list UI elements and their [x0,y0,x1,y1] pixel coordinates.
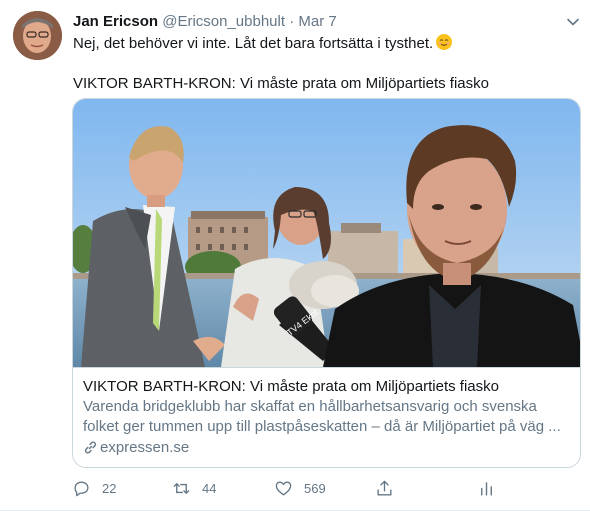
author-handle[interactable]: @Ericson_ubbhult [162,13,285,30]
card-body[interactable]: VIKTOR BARTH-KRON: Vi måste prata om Mil… [73,367,580,467]
card-description: Varenda bridgeklubb har skaffat en hållb… [83,397,572,437]
card-domain: expressen.se [83,438,572,458]
avatar[interactable] [13,11,62,60]
share-button[interactable] [375,477,405,499]
like-count: 569 [304,480,326,496]
reply-icon [74,480,89,496]
author-name[interactable]: Jan Ericson [73,13,158,30]
card-description-line: folket ger tummen upp till plastpåseskat… [83,418,561,435]
retweet-button[interactable]: 44 [172,477,216,499]
link-icon [84,441,97,454]
card-description-line: Varenda bridgeklubb har skaffat en hållb… [83,398,537,415]
reply-button[interactable]: 22 [72,477,116,499]
tweet-header: Jan Ericson @Ericson_ubbhult · Mar 7 [73,12,337,32]
retweet-icon [173,482,190,494]
card-title: VIKTOR BARTH-KRON: Vi måste prata om Mil… [83,378,499,395]
tweet-date[interactable]: Mar 7 [298,13,336,30]
reply-count: 22 [102,480,117,496]
tweet-text-line: Nej, det behöver vi inte. Låt det bara f… [73,35,434,52]
smile-emoji-icon [436,34,453,50]
analytics-icon [481,481,492,496]
like-icon [275,480,292,496]
like-button[interactable]: 569 [274,477,326,499]
tweet[interactable]: Jan Ericson @Ericson_ubbhult · Mar 7 Nej… [0,0,590,511]
retweet-count: 44 [202,480,217,496]
card-domain-text: expressen.se [100,439,190,456]
link-card[interactable]: TV4 Ekot VIKTOR BARTH-KRON: Vi måste pra… [72,98,581,468]
card-image[interactable]: TV4 Ekot [73,99,580,367]
tweet-link-text: VIKTOR BARTH-KRON: Vi måste prata om Mil… [73,75,489,92]
action-bar: 22 44 569 [72,477,512,499]
share-icon [377,480,392,496]
chevron-down-icon[interactable] [563,12,583,32]
analytics-button[interactable] [477,477,507,499]
separator: · [289,13,295,30]
